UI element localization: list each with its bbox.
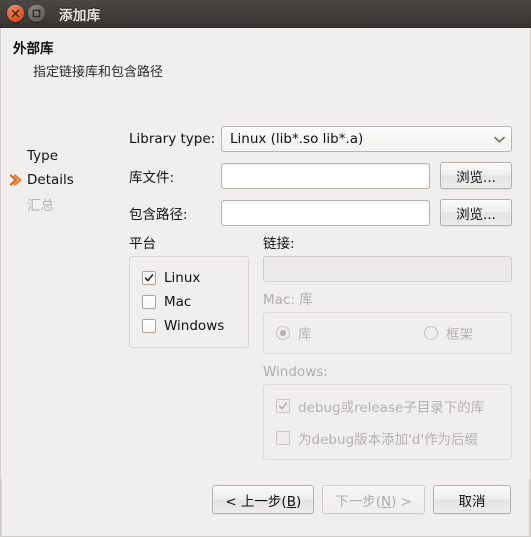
- checkbox-checked-icon: [142, 271, 156, 285]
- sidebar-item-label: 汇总: [27, 198, 54, 214]
- checkbox-unchecked-icon: [142, 319, 156, 333]
- current-step-arrow-icon: [9, 174, 22, 187]
- form-area: Library type: Linux (lib*.so lib*.a) 库文件…: [129, 126, 530, 479]
- platform-checkbox-windows[interactable]: Windows: [142, 314, 236, 338]
- radio-selected-icon: [276, 326, 290, 340]
- chevron-down-icon: [494, 131, 505, 147]
- platform-group: 平台 Linux Mac Windows: [129, 236, 249, 460]
- back-button-prefix: < 上一步(: [225, 493, 287, 510]
- windows-group-title: Windows:: [263, 364, 328, 380]
- include-path-row: 包含路径: 浏览...: [129, 199, 512, 226]
- back-button-accel: B: [286, 493, 296, 510]
- library-file-input[interactable]: [221, 162, 430, 189]
- mac-group-title: Mac: 库: [263, 292, 313, 308]
- mac-radio-label: 框架: [446, 327, 473, 343]
- library-type-label: Library type:: [129, 131, 216, 147]
- platform-checkbox-linux[interactable]: Linux: [142, 266, 236, 290]
- include-path-browse-button[interactable]: 浏览...: [440, 199, 512, 226]
- wizard-sidebar: Type Details 汇总: [1, 126, 129, 479]
- window-title: 添加库: [59, 7, 101, 24]
- sidebar-item-label: Type: [27, 148, 59, 164]
- mac-radio-framework: 框架: [424, 323, 473, 343]
- checkbox-checked-icon: [276, 399, 290, 413]
- sidebar-item-label: Details: [27, 172, 74, 188]
- windows-checkbox-label: 为debug版本添加'd'作为后缀: [298, 432, 479, 448]
- platform-checkbox-label: Mac: [164, 294, 192, 310]
- sidebar-item-summary: 汇总: [1, 192, 129, 216]
- library-type-value: Linux (lib*.so lib*.a): [230, 131, 364, 147]
- mac-frame: 库 框架: [263, 312, 512, 354]
- platform-frame: Linux Mac Windows: [129, 256, 249, 348]
- maximize-icon[interactable]: [28, 5, 45, 22]
- right-column: 链接: Mac: 库 库 框架 Windows: debug或release子目…: [263, 236, 512, 460]
- dialog-footer: < 上一步(B) 下一步(N) > 取消: [1, 479, 530, 537]
- include-path-label: 包含路径:: [129, 206, 188, 223]
- back-button[interactable]: < 上一步(B): [212, 485, 315, 514]
- page-title: 外部库: [13, 41, 54, 57]
- sidebar-item-details[interactable]: Details: [1, 168, 129, 192]
- windows-checkbox-label: debug或release子目录下的库: [298, 400, 485, 416]
- back-button-suffix: ): [295, 493, 302, 510]
- windows-frame: debug或release子目录下的库 为debug版本添加'd'作为后缀: [263, 384, 512, 460]
- mac-radio-label: 库: [298, 327, 312, 343]
- link-input: [263, 256, 512, 282]
- next-button-accel: N: [381, 493, 392, 510]
- titlebar: 添加库: [0, 0, 531, 28]
- include-path-input[interactable]: [221, 199, 430, 226]
- dialog-body: 外部库 指定链接库和包含路径 Type Details 汇总 Library t…: [0, 28, 531, 537]
- platform-checkbox-mac[interactable]: Mac: [142, 290, 236, 314]
- platform-checkbox-label: Windows: [164, 318, 225, 334]
- library-file-label: 库文件:: [129, 169, 175, 186]
- checkbox-unchecked-icon: [276, 431, 290, 445]
- mac-radio-library: 库: [276, 323, 424, 343]
- link-label: 链接:: [263, 236, 295, 252]
- platform-group-title: 平台: [129, 236, 156, 252]
- library-type-row: Library type: Linux (lib*.so lib*.a): [129, 126, 512, 152]
- next-button-prefix: 下一步(: [335, 493, 382, 510]
- library-file-browse-button[interactable]: 浏览...: [440, 162, 512, 189]
- checkbox-unchecked-icon: [142, 295, 156, 309]
- lower-area: 平台 Linux Mac Windows 链接: Mac: 库 库 框架 Win…: [129, 236, 512, 460]
- radio-unselected-icon: [424, 326, 438, 340]
- platform-checkbox-label: Linux: [164, 270, 201, 286]
- library-file-row: 库文件: 浏览...: [129, 162, 512, 189]
- next-button-suffix: ) >: [391, 493, 412, 510]
- windows-checkbox-suffix: 为debug版本添加'd'作为后缀: [276, 426, 499, 450]
- close-icon[interactable]: [7, 5, 24, 22]
- add-library-dialog: 添加库 外部库 指定链接库和包含路径 Type Details 汇总 Libra…: [0, 0, 531, 537]
- windows-checkbox-subdir: debug或release子目录下的库: [276, 394, 499, 418]
- page-subtitle: 指定链接库和包含路径: [33, 65, 164, 80]
- library-type-select[interactable]: Linux (lib*.so lib*.a): [221, 126, 512, 152]
- next-button: 下一步(N) >: [322, 485, 425, 514]
- content: Type Details 汇总 Library type: Linux (lib…: [1, 126, 530, 479]
- header: 外部库 指定链接库和包含路径: [1, 28, 530, 82]
- sidebar-item-type[interactable]: Type: [1, 144, 129, 168]
- cancel-button[interactable]: 取消: [433, 485, 511, 514]
